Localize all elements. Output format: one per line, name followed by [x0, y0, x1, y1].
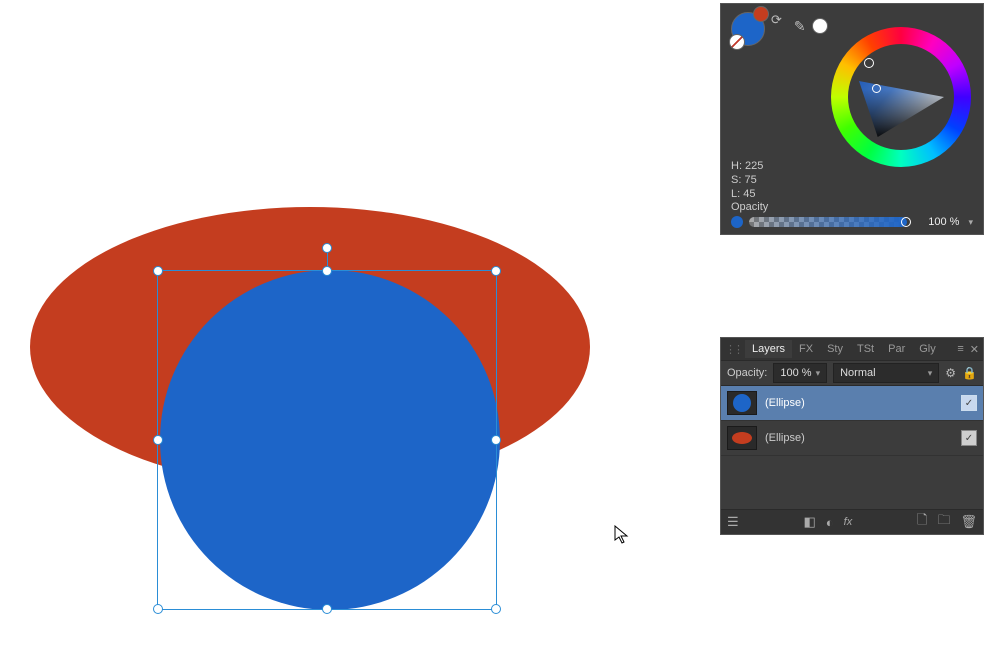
layer-row[interactable]: (Ellipse) ✓ [721, 421, 983, 456]
visibility-checkbox[interactable]: ✓ [961, 430, 977, 446]
selection-bounding-box[interactable] [157, 270, 497, 610]
sl-marker[interactable] [872, 84, 881, 93]
ellipse-icon [733, 394, 751, 412]
chevron-down-icon: ▾ [816, 364, 821, 382]
hsl-readout: H: 225 S: 75 L: 45 [731, 159, 763, 201]
handle-middle-right[interactable] [491, 435, 501, 445]
layer-opacity-label: Opacity: [727, 367, 767, 379]
delete-layer-icon[interactable]: 🗑 [961, 514, 978, 530]
new-pixel-layer-icon[interactable]: 🗋 [917, 511, 927, 533]
panel-tabs: ⋮⋮ Layers FX Sty TSt Par Gly ≡ ✕ [721, 338, 983, 361]
panel-menu-icon[interactable]: ≡ [957, 343, 963, 356]
secondary-swatch[interactable] [753, 6, 769, 22]
gear-icon[interactable]: ⚙ [945, 366, 956, 380]
layer-name[interactable]: (Ellipse) [765, 432, 953, 444]
panel-close-icon[interactable]: ✕ [970, 343, 979, 356]
handle-top-right[interactable] [491, 266, 501, 276]
handle-bottom-center[interactable] [322, 604, 332, 614]
chevron-down-icon: ▾ [928, 364, 933, 382]
reset-colour-swatch[interactable] [812, 18, 828, 34]
colour-panel: ⟳ ✎ H: 225 S: 75 L: 45 Opacity 100 % ▾ [721, 4, 983, 234]
layer-name[interactable]: (Ellipse) [765, 397, 953, 409]
layer-options-row: Opacity: 100 % ▾ Normal ▾ ⚙ 🔒 [721, 361, 983, 386]
saturation-value: S: 75 [731, 173, 763, 187]
layer-list: (Ellipse) ✓ (Ellipse) ✓ [721, 386, 983, 509]
tab-tst[interactable]: TSt [850, 340, 881, 358]
opacity-label: Opacity [731, 201, 973, 213]
tab-layers[interactable]: Layers [745, 340, 792, 358]
blend-mode-field[interactable]: Normal ▾ [833, 363, 939, 383]
handle-top-center[interactable] [322, 266, 332, 276]
fx-icon[interactable]: fx [844, 516, 853, 528]
opacity-swatch-icon [731, 216, 743, 228]
handle-bottom-right[interactable] [491, 604, 501, 614]
panel-grip-icon[interactable]: ⋮⋮ [725, 343, 741, 356]
layers-stack-icon[interactable]: ☰ [727, 514, 739, 530]
eyedropper-icon[interactable]: ✎ [794, 18, 806, 35]
layer-opacity-value: 100 % [780, 364, 811, 382]
opacity-slider-knob[interactable] [901, 217, 911, 227]
ellipse-icon [732, 432, 752, 444]
hue-value: H: 225 [731, 159, 763, 173]
layer-thumbnail [727, 426, 757, 450]
no-fill-icon[interactable] [729, 34, 745, 50]
tab-gly[interactable]: Gly [912, 340, 943, 358]
swap-colours-icon[interactable]: ⟳ [771, 12, 782, 28]
handle-middle-left[interactable] [153, 435, 163, 445]
opacity-value[interactable]: 100 % [913, 216, 959, 228]
group-layer-icon[interactable]: 🗀 [937, 511, 950, 533]
colour-wheel[interactable] [831, 27, 971, 167]
mask-icon[interactable]: ◧ [803, 514, 815, 530]
opacity-row: Opacity 100 % ▾ [731, 201, 973, 228]
layer-thumbnail [727, 391, 757, 415]
hue-marker[interactable] [864, 58, 874, 68]
opacity-slider[interactable] [749, 217, 907, 227]
canvas[interactable] [0, 0, 720, 657]
layers-panel: ⋮⋮ Layers FX Sty TSt Par Gly ≡ ✕ Opacity… [721, 338, 983, 534]
layers-panel-footer: ☰ ◧ ◐ fx 🗋 🗀 🗑 [721, 509, 983, 534]
lightness-value: L: 45 [731, 187, 763, 201]
layer-row[interactable]: (Ellipse) ✓ [721, 386, 983, 421]
tab-par[interactable]: Par [881, 340, 912, 358]
opacity-dropdown-icon[interactable]: ▾ [968, 217, 973, 228]
tab-sty[interactable]: Sty [820, 340, 850, 358]
adjustment-icon[interactable]: ◐ [826, 515, 834, 530]
blend-mode-value: Normal [840, 364, 875, 382]
colour-swatches: ⟳ ✎ [731, 12, 828, 48]
rotation-handle[interactable] [322, 243, 332, 253]
lock-icon[interactable]: 🔒 [962, 366, 977, 380]
tab-fx[interactable]: FX [792, 340, 820, 358]
cursor-pointer-icon [614, 525, 630, 545]
handle-bottom-left[interactable] [153, 604, 163, 614]
visibility-checkbox[interactable]: ✓ [961, 395, 977, 411]
layer-opacity-field[interactable]: 100 % ▾ [773, 363, 827, 383]
handle-top-left[interactable] [153, 266, 163, 276]
